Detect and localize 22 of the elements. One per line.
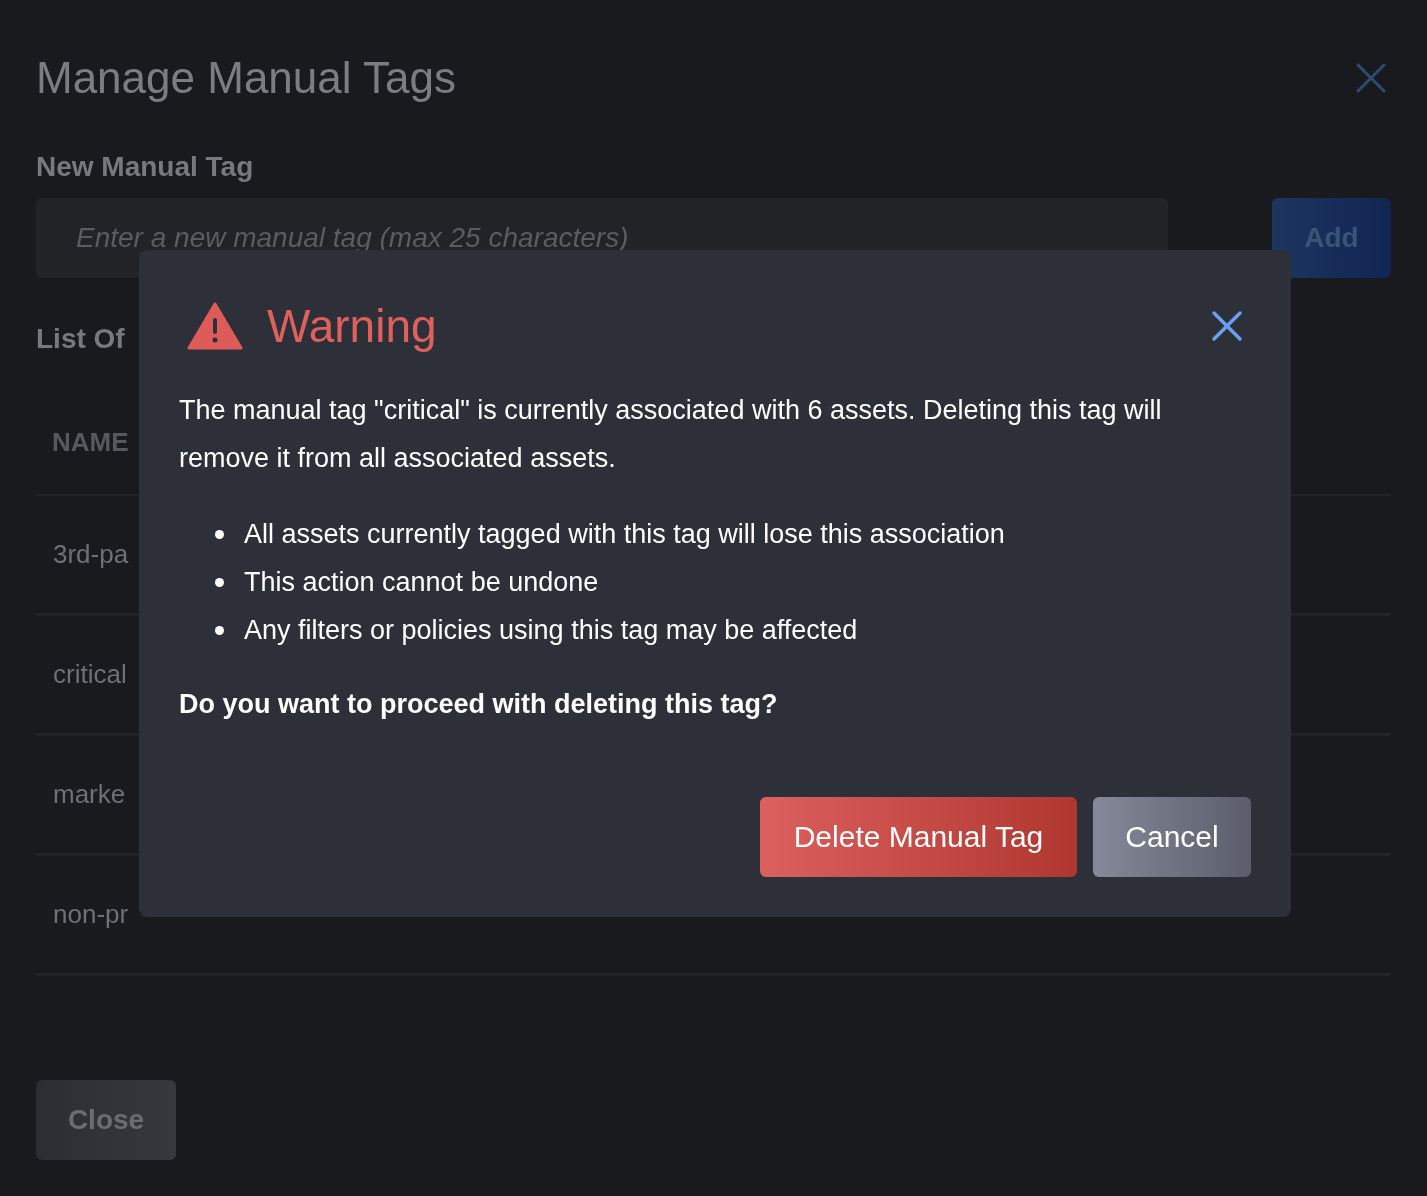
bullet-icon [215,577,224,587]
bullet-text: All assets currently tagged with this tag will lose this association [244,517,1005,551]
close-icon[interactable] [1211,310,1243,342]
column-header: NAME [52,425,129,459]
table-cell-text: marke [53,778,126,811]
warning-message: The manual tag "critical" is currently associated with 6 assets. Deleting this tag will remove it from all associated assets. [179,394,1163,475]
cancel-button[interactable]: Cancel [1093,796,1251,877]
close-button[interactable]: Close [36,1080,176,1160]
delete-button[interactable]: Delete Manual Tag [760,796,1077,877]
list-heading: List Of [36,322,125,356]
bullet-icon [215,625,224,635]
table-cell-text: 3rd-pa [53,538,129,571]
bullet-text: This action cannot be undone [244,565,599,599]
warning-title: Warning [267,299,437,354]
bullet-icon [215,529,224,539]
confirm-question: Do you want to proceed with deleting this tag? [179,688,779,721]
table-cell-text: critical [53,658,127,691]
dialog-title: Manage Manual Tags [36,52,456,104]
field-label: New Manual Tag [36,150,254,184]
warning-icon [187,302,243,350]
bullet-text: Any filters or policies using this tag may be affected [244,613,858,647]
table-cell-text: non-pr [53,898,129,931]
